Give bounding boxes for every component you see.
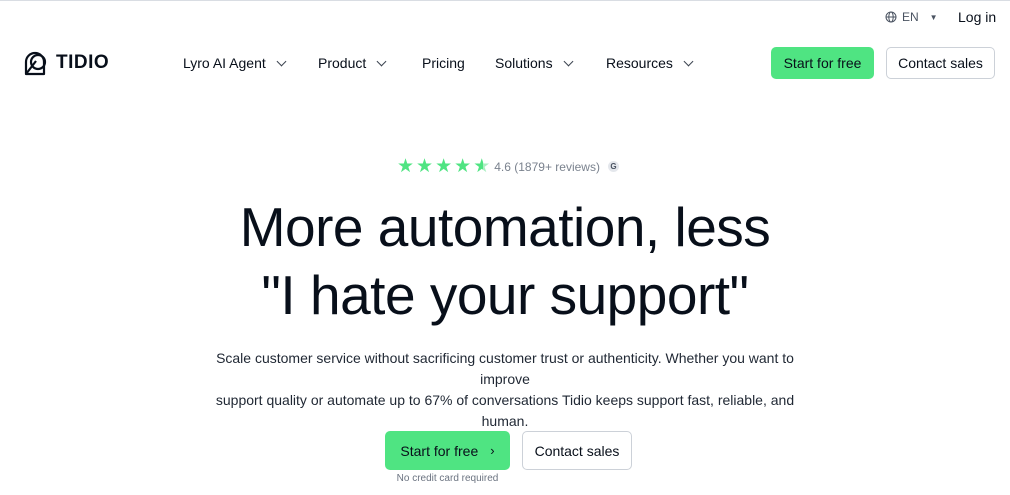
nav-item-resources[interactable]: Resources bbox=[606, 55, 694, 71]
chevron-down-icon bbox=[563, 56, 574, 66]
login-link[interactable]: Log in bbox=[958, 9, 996, 25]
hero-subtext: Scale customer service without sacrifici… bbox=[195, 348, 815, 432]
no-credit-card-note: No credit card required bbox=[396, 473, 499, 484]
rating-text: 4.6 (1879+ reviews) bbox=[494, 159, 600, 174]
g2-icon: G bbox=[607, 161, 619, 172]
hero-contact-sales-button[interactable]: Contact sales bbox=[522, 431, 632, 470]
language-selector[interactable]: EN ▼ bbox=[885, 10, 938, 24]
nav-start-free-button[interactable]: Start for free bbox=[771, 47, 874, 79]
nav-item-label: Resources bbox=[606, 55, 673, 71]
chevron-down-icon bbox=[276, 56, 287, 66]
chevron-down-icon bbox=[376, 56, 387, 66]
nav-item-label: Product bbox=[318, 55, 367, 71]
star-icon: ★ bbox=[435, 156, 453, 177]
hero-start-free-button[interactable]: Start for free › bbox=[385, 431, 510, 470]
nav-item-pricing[interactable]: Pricing bbox=[422, 55, 465, 71]
nav-contact-sales-button[interactable]: Contact sales bbox=[886, 47, 995, 79]
globe-icon bbox=[885, 11, 897, 23]
subtext-line-2: support quality or automate up to 67% of… bbox=[215, 392, 795, 429]
star-icon: ★ bbox=[454, 156, 472, 177]
review-rating: ★ ★ ★ ★ ★ 4.6 (1879+ reviews) G bbox=[397, 157, 619, 176]
hero-start-free-label: Start for free bbox=[400, 442, 479, 459]
hero-headline: More automation, less "I hate your suppo… bbox=[0, 193, 1010, 329]
nav-item-label: Pricing bbox=[422, 55, 465, 71]
logo-text: TIDIO bbox=[56, 51, 110, 73]
language-label: EN bbox=[902, 10, 919, 24]
nav-item-label: Solutions bbox=[495, 55, 553, 71]
main-navigation: TIDIO Lyro AI Agent Product Pricing Solu… bbox=[0, 44, 1010, 82]
star-icon: ★ bbox=[416, 156, 434, 177]
nav-item-lyro-ai-agent[interactable]: Lyro AI Agent bbox=[183, 55, 287, 71]
chevron-right-icon: › bbox=[490, 443, 495, 458]
caret-down-icon: ▼ bbox=[929, 12, 938, 22]
star-icon: ★ bbox=[397, 156, 415, 177]
star-rating: ★ ★ ★ ★ ★ bbox=[397, 157, 490, 176]
nav-item-solutions[interactable]: Solutions bbox=[495, 55, 574, 71]
star-partial-icon: ★ bbox=[473, 156, 491, 177]
nav-item-product[interactable]: Product bbox=[318, 55, 387, 71]
nav-item-label: Lyro AI Agent bbox=[183, 55, 266, 71]
tidio-logo[interactable]: TIDIO bbox=[22, 49, 109, 76]
subtext-line-1: Scale customer service without sacrifici… bbox=[216, 350, 794, 387]
tidio-logo-icon bbox=[24, 51, 47, 76]
headline-line-1: More automation, less bbox=[239, 196, 771, 258]
top-utility-bar: EN ▼ Log in bbox=[0, 0, 1010, 34]
headline-line-2: "I hate your support" bbox=[261, 264, 749, 326]
chevron-down-icon bbox=[683, 56, 694, 66]
